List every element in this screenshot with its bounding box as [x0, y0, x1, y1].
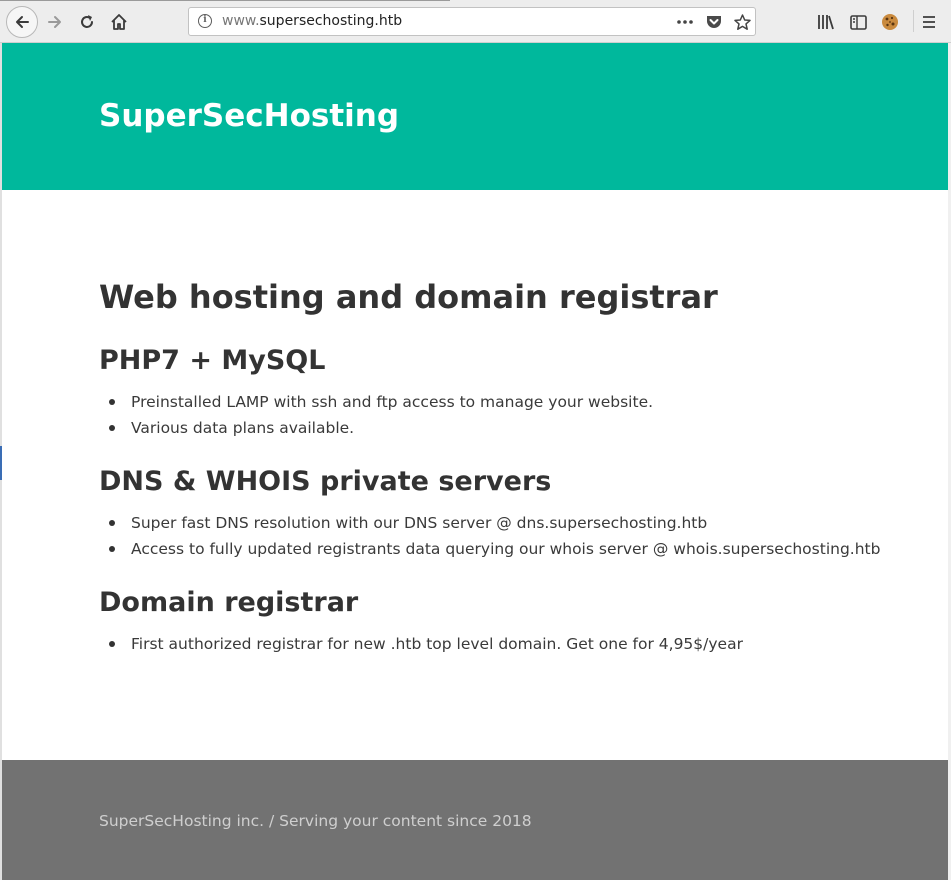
bookmark-button[interactable]: [732, 12, 752, 32]
section-title-registrar: Domain registrar: [99, 587, 359, 618]
back-arrow-icon: [16, 16, 29, 28]
toolbar-separator: [913, 10, 914, 32]
bookmark-star-icon: [733, 13, 751, 30]
home-icon: [111, 14, 127, 30]
site-footer: SuperSecHosting inc. / Serving your cont…: [2, 760, 948, 880]
pocket-icon: [707, 16, 721, 28]
sidebar-button[interactable]: [845, 9, 871, 35]
page-heading: Web hosting and domain registrar: [99, 278, 718, 316]
forward-button[interactable]: [40, 7, 70, 37]
list-item: Preinstalled LAMP with ssh and ftp acces…: [109, 389, 899, 415]
list-item: Super fast DNS resolution with our DNS s…: [109, 510, 899, 536]
url-domain: supersechosting.htb: [259, 13, 403, 29]
main-content: Web hosting and domain registrar PHP7 + …: [99, 275, 899, 657]
home-button[interactable]: [104, 7, 134, 37]
list-item: Various data plans available.: [109, 415, 899, 441]
library-button[interactable]: [813, 9, 839, 35]
sidebar-icon: [849, 14, 867, 30]
reload-icon: [81, 15, 93, 28]
library-icon: [818, 15, 834, 30]
page-actions-button[interactable]: [675, 12, 695, 32]
footer-text: SuperSecHosting inc. / Serving your cont…: [99, 812, 532, 830]
url-text[interactable]: www.supersechosting.htb: [222, 13, 402, 29]
section-title-dns: DNS & WHOIS private servers: [99, 466, 552, 497]
section-list-php: Preinstalled LAMP with ssh and ftp acces…: [99, 389, 899, 441]
tab-strip: [0, 0, 951, 2]
section-list-dns: Super fast DNS resolution with our DNS s…: [99, 510, 899, 562]
address-bar[interactable]: i www.supersechosting.htb: [188, 7, 756, 36]
pocket-button[interactable]: [704, 12, 724, 32]
section-title-php: PHP7 + MySQL: [99, 345, 326, 376]
web-page: SuperSecHosting Web hosting and domain r…: [2, 43, 948, 880]
list-item: First authorized registrar for new .htb …: [109, 631, 899, 657]
active-tab-indicator: [0, 0, 450, 1]
reload-button[interactable]: [72, 7, 102, 37]
browser-toolbar: i www.supersechosting.htb: [0, 0, 951, 43]
menu-button[interactable]: [916, 9, 942, 35]
cookie-extension-button[interactable]: [877, 9, 903, 35]
url-prefix: www.: [222, 13, 260, 29]
site-header: SuperSecHosting: [2, 43, 948, 190]
cookie-extension-icon: [882, 14, 898, 30]
list-item: Access to fully updated registrants data…: [109, 536, 899, 562]
site-title[interactable]: SuperSecHosting: [99, 98, 399, 134]
hamburger-menu-icon: [923, 16, 935, 28]
site-info-icon[interactable]: i: [198, 14, 212, 28]
forward-arrow-icon: [48, 16, 61, 28]
page-actions-icon: [677, 20, 693, 24]
back-button[interactable]: [6, 6, 38, 38]
section-list-registrar: First authorized registrar for new .htb …: [99, 631, 899, 657]
